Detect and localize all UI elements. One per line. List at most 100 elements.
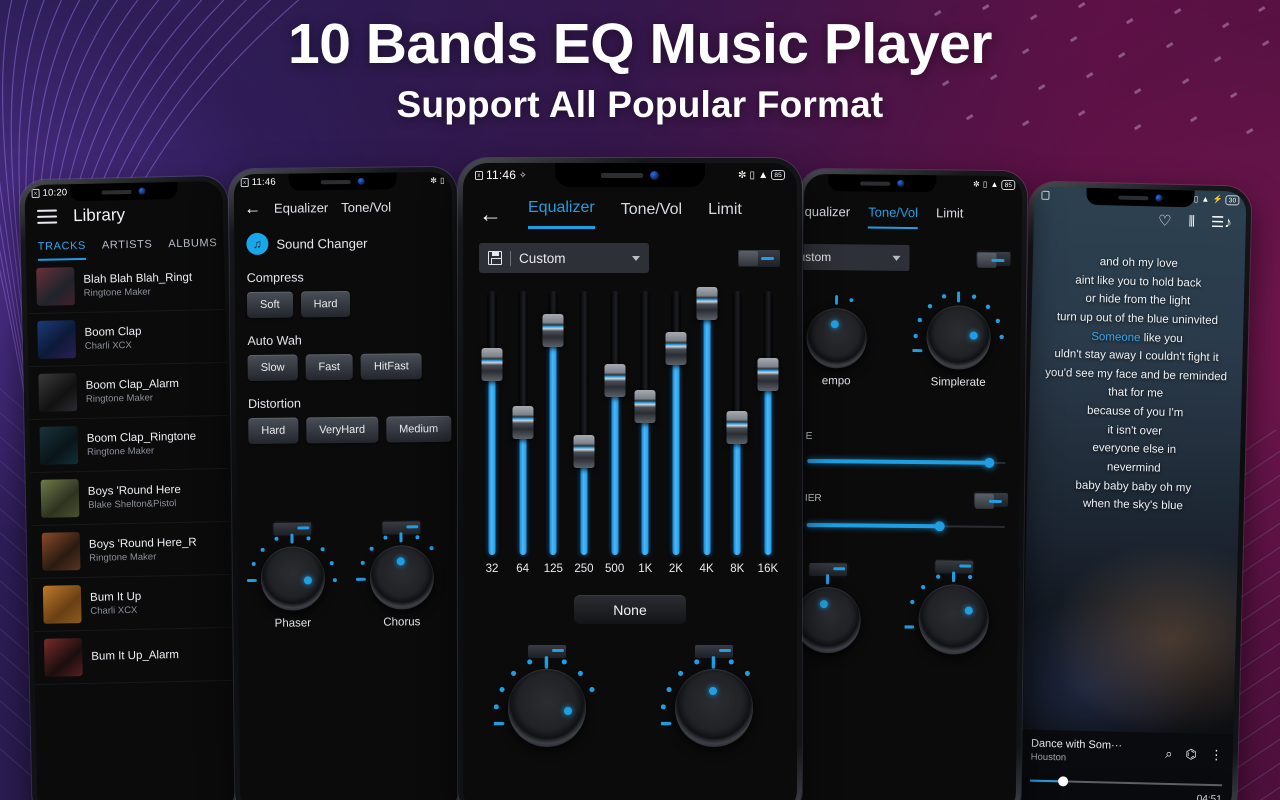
extra-left-knob[interactable] bbox=[797, 586, 862, 654]
chorus-toggle[interactable] bbox=[380, 520, 421, 536]
knob-extra-left[interactable] bbox=[797, 561, 862, 654]
distortion-option-veryhard[interactable]: VeryHard bbox=[306, 416, 379, 444]
track-title: Blah Blah Blah_Ringt bbox=[83, 271, 193, 286]
tone-knobs: empo Simplerate bbox=[802, 270, 1021, 389]
battery-icon: 85 bbox=[1001, 179, 1016, 190]
more-vert-icon[interactable]: ⋮ bbox=[1210, 746, 1223, 762]
autowah-option-fast[interactable]: Fast bbox=[305, 353, 354, 381]
list-item[interactable]: Boys 'Round Here Blake Shelton&Pistol bbox=[30, 468, 230, 527]
status-time: 10:20 bbox=[42, 187, 68, 199]
eq-band-8k[interactable] bbox=[726, 291, 748, 555]
album-art bbox=[43, 638, 83, 677]
knob-chorus[interactable]: Chorus bbox=[355, 520, 434, 629]
autowah-option-hitfast[interactable]: HitFast bbox=[360, 353, 422, 380]
search-icon[interactable]: ⌕ bbox=[1165, 745, 1173, 761]
knob-right-toggle[interactable] bbox=[693, 644, 734, 659]
headphone-icon[interactable]: ⌬ bbox=[1185, 746, 1197, 762]
tone-slider-2[interactable] bbox=[806, 518, 1005, 534]
knob-left-toggle[interactable] bbox=[526, 644, 567, 659]
phone-now-playing: ✼ ▯ ▲ ⚡ 30 ♡ ⫴ ☰♪ and oh my love aint li… bbox=[1014, 181, 1252, 800]
knob-simplerate[interactable]: Simplerate bbox=[912, 291, 1004, 389]
tab-equalizer[interactable]: Equalizer bbox=[528, 199, 595, 229]
page-subtitle: Support All Popular Format bbox=[396, 83, 884, 125]
now-playing-title: Dance with Som··· bbox=[1030, 737, 1123, 752]
hamburger-icon[interactable] bbox=[36, 209, 58, 224]
distortion-option-hard[interactable]: Hard bbox=[248, 417, 299, 445]
equalizer-power-toggle[interactable] bbox=[737, 248, 781, 268]
sim-icon: x bbox=[31, 188, 40, 198]
limiter-toggle[interactable] bbox=[972, 491, 1010, 509]
list-item[interactable]: Blah Blah Blah_Ringt Ringtone Maker bbox=[26, 256, 226, 315]
list-item[interactable]: Boom Clap_Alarm Ringtone Maker bbox=[28, 362, 228, 421]
knob-left-dial[interactable] bbox=[507, 669, 586, 747]
eq-band-16k[interactable] bbox=[757, 291, 779, 555]
compress-option-soft[interactable]: Soft bbox=[246, 291, 293, 319]
simplerate-knob[interactable] bbox=[926, 305, 991, 370]
band-label-125: 125 bbox=[543, 563, 563, 575]
band-label-64: 64 bbox=[516, 563, 530, 575]
tempo-knob[interactable] bbox=[806, 307, 867, 369]
tab-limit[interactable]: Limit bbox=[708, 201, 742, 228]
tab-tone-vol[interactable]: Tone/Vol bbox=[621, 201, 682, 228]
vibrate-icon: ▯ bbox=[440, 175, 445, 185]
tab-albums[interactable]: ALBUMS bbox=[168, 237, 217, 258]
chevron-down-icon[interactable] bbox=[632, 255, 640, 261]
tab-equalizer[interactable]: Equalizer bbox=[274, 200, 328, 216]
phaser-knob[interactable] bbox=[260, 546, 325, 611]
tab-tone-vol[interactable]: Tone/Vol bbox=[867, 204, 919, 230]
compress-option-hard[interactable]: Hard bbox=[300, 290, 351, 318]
eq-band-1k[interactable] bbox=[634, 291, 656, 555]
tab-equalizer[interactable]: Equalizer bbox=[798, 204, 851, 229]
tab-artists[interactable]: ARTISTS bbox=[102, 238, 153, 259]
tone-slider-1[interactable] bbox=[807, 454, 1006, 470]
track-title: Bum It Up_Alarm bbox=[91, 649, 179, 663]
list-item[interactable]: Boom Clap Charli XCX bbox=[27, 309, 227, 368]
eq-band-250[interactable] bbox=[573, 291, 595, 555]
list-item[interactable]: Bum It Up_Alarm bbox=[33, 627, 233, 686]
track-artist: Ringtone Maker bbox=[83, 286, 151, 299]
tab-limit[interactable]: Limit bbox=[936, 205, 964, 229]
slider-label-1: E bbox=[805, 430, 813, 442]
knob-label-chorus: Chorus bbox=[383, 616, 421, 629]
back-arrow-icon[interactable]: ← bbox=[479, 202, 502, 226]
knob-right-dial[interactable] bbox=[674, 669, 753, 747]
section-label-distortion: Distortion bbox=[247, 396, 301, 412]
album-art bbox=[39, 426, 79, 465]
preset-select[interactable]: Custom bbox=[479, 243, 649, 273]
extra-right-knob[interactable] bbox=[918, 584, 990, 655]
album-backdrop bbox=[1019, 186, 1247, 800]
list-item[interactable]: Bum It Up Charli XCX bbox=[32, 574, 232, 633]
preset-select[interactable]: ustom bbox=[797, 243, 910, 271]
knob-tempo[interactable]: empo bbox=[806, 295, 867, 388]
chevron-down-icon[interactable] bbox=[892, 255, 901, 261]
extra-left-toggle[interactable] bbox=[808, 561, 849, 578]
progress-slider[interactable] bbox=[1030, 775, 1223, 792]
eq-band-500[interactable] bbox=[604, 291, 626, 555]
eq-band-2k[interactable] bbox=[665, 291, 687, 555]
knob-extra-right[interactable] bbox=[904, 559, 990, 655]
knob-right[interactable] bbox=[660, 644, 753, 747]
tab-tracks[interactable]: TRACKS bbox=[37, 239, 87, 261]
phaser-toggle[interactable] bbox=[271, 521, 312, 537]
chorus-knob[interactable] bbox=[369, 545, 434, 610]
eq-band-125[interactable] bbox=[542, 291, 564, 555]
eq-band-32[interactable] bbox=[481, 291, 503, 555]
tone-power-toggle[interactable] bbox=[975, 250, 1012, 268]
album-art bbox=[42, 585, 82, 624]
knob-phaser[interactable]: Phaser bbox=[246, 521, 337, 630]
list-item[interactable]: Boom Clap_Ringtone Ringtone Maker bbox=[29, 415, 229, 474]
back-arrow-icon[interactable]: ← bbox=[244, 199, 261, 218]
knob-left[interactable] bbox=[493, 644, 594, 747]
tab-tone-vol[interactable]: Tone/Vol bbox=[341, 200, 391, 216]
reverb-none-button[interactable]: None bbox=[574, 595, 686, 624]
eq-band-4k[interactable] bbox=[696, 287, 718, 555]
distortion-option-medium[interactable]: Medium bbox=[385, 415, 452, 443]
equalizer-knobs bbox=[463, 624, 797, 747]
autowah-option-slow[interactable]: Slow bbox=[247, 354, 298, 382]
extra-right-toggle[interactable] bbox=[934, 559, 975, 575]
save-icon[interactable] bbox=[488, 251, 502, 265]
list-item[interactable]: Boys 'Round Here_R Ringtone Maker bbox=[31, 521, 231, 580]
sound-changer-label: Sound Changer bbox=[276, 235, 368, 252]
eq-band-64[interactable] bbox=[512, 291, 534, 555]
phone-tone-vol: ✼ ▯ ▲ 85 Equalizer Tone/Vol Limit ustom bbox=[792, 168, 1028, 800]
